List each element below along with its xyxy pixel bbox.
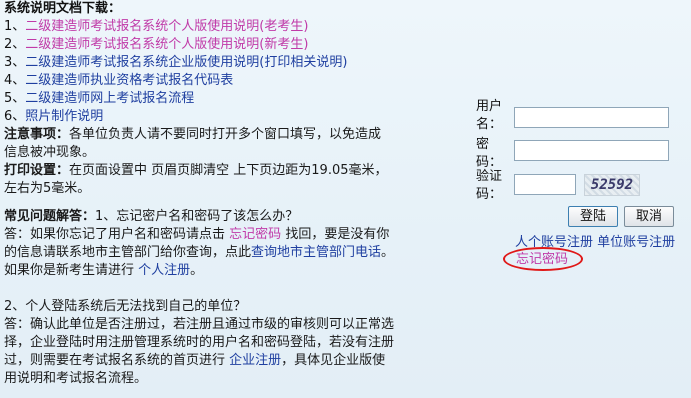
username-input[interactable] bbox=[514, 107, 669, 128]
faq-answer-2-text: ，具体见企业版使 bbox=[281, 353, 386, 368]
faq-answer-1-text: 如果你是新考生请进行 bbox=[4, 263, 135, 278]
faq-answer-2-text: 用说明和考试报名流程。 bbox=[4, 371, 148, 386]
print-text-1: 在页面设置中 页眉页脚清空 上下页边距为19.05毫米， bbox=[69, 163, 388, 178]
faq-block-1: 常见问题解答：1、忘记密户名和密码了该怎么办？ 答：如果你忘记了用户名和密码请点… bbox=[4, 208, 442, 280]
password-label-line-1: 密 bbox=[476, 137, 490, 152]
username-label-line-2: 名： bbox=[476, 117, 503, 132]
captcha-label-line-1: 验证 bbox=[476, 169, 503, 184]
faq-forgot-password-link[interactable]: 忘记密码 bbox=[229, 227, 281, 242]
doc-link-enterprise-manual[interactable]: 二级建造师考试报名系统企业版使用说明(打印相关说明) bbox=[25, 55, 347, 70]
faq-answer-1-text: 答：如果你忘记了用户名和密码请点击 bbox=[4, 227, 226, 242]
faq-personal-register-link[interactable]: 个人注册 bbox=[138, 263, 190, 278]
password-input[interactable] bbox=[514, 140, 669, 161]
doc-item-number: 2、 bbox=[4, 37, 26, 52]
doc-link-code-table[interactable]: 二级建造师执业资格考试报名代码表 bbox=[25, 73, 233, 88]
faq-block-2: 2、个人登陆系统后无法找到自己的单位？ 答：确认此单位是否注册过，若注册且通过市… bbox=[4, 298, 442, 388]
faq-answer-2-text: 择，企业登陆时用注册管理系统时的用户名和密码登陆，若没有注册 bbox=[4, 335, 395, 350]
notice-block: 注意事项：各单位负责人请不要同时打开多个窗口填写，以免造成 信息被冲现象。 bbox=[4, 126, 442, 162]
doc-item-number: 5、 bbox=[4, 91, 26, 106]
captcha-image[interactable]: 52592 bbox=[584, 174, 640, 196]
captcha-input[interactable] bbox=[514, 174, 576, 195]
doc-item-5: 5、二级建造师网上考试报名流程 bbox=[4, 90, 442, 108]
notice-title: 注意事项： bbox=[4, 127, 70, 142]
docs-heading: 系统说明文档下载： bbox=[4, 1, 122, 16]
doc-item-4: 4、二级建造师执业资格考试报名代码表 bbox=[4, 72, 442, 90]
faq-answer-2-text: 答：确认此单位是否注册过，若注册且通过市级的审核则可以正常选 bbox=[4, 317, 395, 332]
doc-item-number: 3、 bbox=[4, 55, 26, 70]
print-text-2: 左右为5毫米。 bbox=[4, 181, 91, 196]
doc-item-6: 6、照片制作说明 bbox=[4, 108, 442, 126]
doc-link-new-candidate-manual[interactable]: 二级建造师考试报名系统个人版使用说明(新考生) bbox=[25, 37, 308, 52]
info-panel: 系统说明文档下载： 1、二级建造师考试报名系统个人版使用说明(老考生) 2、二级… bbox=[4, 0, 442, 388]
doc-link-photo-guide[interactable]: 照片制作说明 bbox=[25, 109, 103, 124]
captcha-label-line-2: 码： bbox=[476, 187, 503, 202]
unit-register-link[interactable]: 单位账号注册 bbox=[597, 235, 675, 250]
print-title: 打印设置： bbox=[4, 163, 70, 178]
doc-link-registration-flow[interactable]: 二级建造师网上考试报名流程 bbox=[25, 91, 194, 106]
faq-answer-1-text: 。 bbox=[381, 245, 395, 260]
faq-query-phone-link[interactable]: 查询地市主管部门电话 bbox=[251, 245, 381, 260]
doc-item-number: 4、 bbox=[4, 73, 26, 88]
doc-item-1: 1、二级建造师考试报名系统个人版使用说明(老考生) bbox=[4, 18, 442, 36]
highlight-circle bbox=[503, 247, 583, 271]
doc-item-number: 6、 bbox=[4, 109, 26, 124]
print-block: 打印设置：在页面设置中 页眉页脚清空 上下页边距为19.05毫米， 左右为5毫米… bbox=[4, 162, 442, 198]
faq-title: 常见问题解答： bbox=[4, 209, 96, 224]
faq-question-1: 1、忘记密户名和密码了该怎么办？ bbox=[95, 209, 299, 224]
faq-enterprise-register-link[interactable]: 企业注册 bbox=[229, 353, 281, 368]
login-button[interactable]: 登陆 bbox=[568, 206, 618, 227]
doc-item-2: 2、二级建造师考试报名系统个人版使用说明(新考生) bbox=[4, 36, 442, 54]
password-label: 密 码： bbox=[476, 136, 512, 172]
faq-answer-1-text: 。 bbox=[190, 263, 204, 278]
username-label: 用户 名： bbox=[476, 98, 512, 134]
doc-link-old-candidate-manual[interactable]: 二级建造师考试报名系统个人版使用说明(老考生) bbox=[25, 19, 308, 34]
faq-answer-2-text: 过，则需要在考试报名系统的首页进行 bbox=[4, 353, 226, 368]
cancel-button[interactable]: 取消 bbox=[624, 206, 674, 227]
doc-item-3: 3、二级建造师考试报名系统企业版使用说明(打印相关说明) bbox=[4, 54, 442, 72]
username-label-line-1: 用户 bbox=[476, 99, 503, 114]
doc-item-number: 1、 bbox=[4, 19, 26, 34]
faq-answer-1-text: 的信息请联系地市主管部门给你查询，点此 bbox=[4, 245, 252, 260]
faq-question-2: 2、个人登陆系统后无法找到自己的单位？ bbox=[4, 299, 247, 314]
faq-answer-1-text: 找回，要是没有你 bbox=[285, 227, 390, 242]
captcha-label: 验证 码： bbox=[476, 168, 512, 204]
notice-text-2: 信息被冲现象。 bbox=[4, 145, 96, 160]
notice-text-1: 各单位负责人请不要同时打开多个窗口填写，以免造成 bbox=[69, 127, 382, 142]
